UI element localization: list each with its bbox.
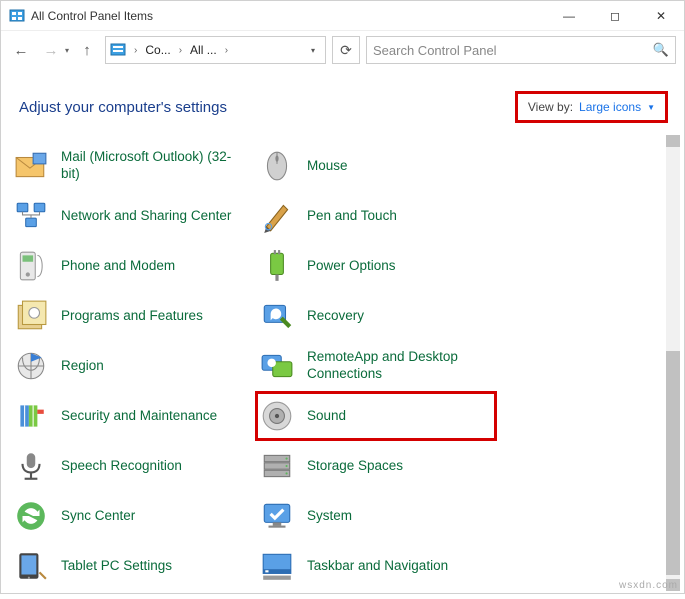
pen-icon — [259, 198, 295, 234]
system-icon — [259, 498, 295, 534]
cp-item-security[interactable]: Security and Maintenance — [9, 391, 251, 441]
taskbar-icon — [259, 548, 295, 584]
chevron-right-icon[interactable]: › — [223, 45, 230, 56]
page-title: Adjust your computer's settings — [19, 99, 227, 116]
cp-item-label: Security and Maintenance — [61, 408, 217, 425]
cp-item-taskbar[interactable]: Taskbar and Navigation — [255, 541, 497, 591]
cp-item-label: Recovery — [307, 308, 364, 325]
cp-item-label: Power Options — [307, 258, 396, 275]
breadcrumb-item[interactable]: Co... — [141, 41, 174, 59]
search-input[interactable] — [373, 43, 653, 58]
control-panel-icon — [9, 8, 25, 24]
cp-item-recovery[interactable]: Recovery — [255, 291, 497, 341]
cp-item-label: Mail (Microsoft Outlook) (32-bit) — [61, 149, 241, 183]
titlebar: All Control Panel Items — ◻ ✕ — [1, 1, 684, 31]
cp-item-label: Region — [61, 358, 104, 375]
back-button[interactable]: ← — [9, 38, 33, 62]
watermark: wsxdn.com — [619, 580, 678, 591]
breadcrumb-dropdown[interactable]: ▾ — [305, 46, 321, 55]
cp-item-label: Mouse — [307, 158, 348, 175]
recovery-icon — [259, 298, 295, 334]
mail-icon — [13, 148, 49, 184]
cp-item-troubleshoot[interactable]: Troubleshooting — [9, 591, 251, 599]
cp-item-sound[interactable]: Sound — [255, 391, 497, 441]
cp-item-pen[interactable]: Pen and Touch — [255, 191, 497, 241]
cp-item-users[interactable]: User Accounts — [255, 591, 497, 599]
nav-row: ← → ▾ ↑ › Co... › All ... › ▾ ⟳ 🔍 — [1, 31, 684, 69]
speech-icon — [13, 448, 49, 484]
view-by-value: Large icons — [579, 100, 641, 114]
cp-item-programs[interactable]: Programs and Features — [9, 291, 251, 341]
header-row: Adjust your computer's settings View by:… — [1, 69, 684, 137]
cp-item-sync[interactable]: Sync Center — [9, 491, 251, 541]
chevron-down-icon: ▼ — [647, 103, 655, 112]
chevron-right-icon[interactable]: › — [132, 45, 139, 56]
programs-icon — [13, 298, 49, 334]
region-icon — [13, 348, 49, 384]
view-by-label: View by: — [528, 100, 573, 114]
refresh-button[interactable]: ⟳ — [332, 36, 360, 64]
storage-icon — [259, 448, 295, 484]
cp-item-label: Speech Recognition — [61, 458, 182, 475]
content-area: Mail (Microsoft Outlook) (32-bit) Network… — [1, 137, 684, 599]
cp-item-mail[interactable]: Mail (Microsoft Outlook) (32-bit) — [9, 141, 251, 191]
cp-item-tablet[interactable]: Tablet PC Settings — [9, 541, 251, 591]
phone-icon — [13, 248, 49, 284]
cp-item-system[interactable]: System — [255, 491, 497, 541]
items-column-left: Mail (Microsoft Outlook) (32-bit) Network… — [9, 141, 251, 599]
cp-item-power[interactable]: Power Options — [255, 241, 497, 291]
history-dropdown[interactable]: ▾ — [65, 46, 69, 55]
mouse-icon — [259, 148, 295, 184]
cp-item-label: RemoteApp and Desktop Connections — [307, 349, 487, 383]
cp-item-label: Sound — [307, 408, 346, 425]
up-button[interactable]: ↑ — [75, 38, 99, 62]
breadcrumb-item[interactable]: All ... — [186, 41, 221, 59]
minimize-button[interactable]: — — [546, 1, 592, 31]
view-by-control[interactable]: View by: Large icons ▼ — [515, 91, 668, 123]
remote-icon — [259, 348, 295, 384]
maximize-button[interactable]: ◻ — [592, 1, 638, 31]
cp-item-label: System — [307, 508, 352, 525]
sync-icon — [13, 498, 49, 534]
cp-item-storage[interactable]: Storage Spaces — [255, 441, 497, 491]
cp-item-label: Programs and Features — [61, 308, 203, 325]
control-panel-icon — [110, 42, 126, 58]
sound-icon — [259, 398, 295, 434]
search-box[interactable]: 🔍 — [366, 36, 676, 64]
items-column-right: Mouse Pen and Touch Power Options Recovery R… — [255, 141, 497, 599]
breadcrumb[interactable]: › Co... › All ... › ▾ — [105, 36, 326, 64]
forward-button[interactable]: → — [39, 38, 63, 62]
cp-item-label: Phone and Modem — [61, 258, 175, 275]
cp-item-label: Taskbar and Navigation — [307, 558, 448, 575]
cp-item-label: Storage Spaces — [307, 458, 403, 475]
cp-item-label: Sync Center — [61, 508, 135, 525]
cp-item-label: Network and Sharing Center — [61, 208, 231, 225]
window-title: All Control Panel Items — [31, 9, 153, 23]
cp-item-label: Pen and Touch — [307, 208, 397, 225]
chevron-right-icon[interactable]: › — [177, 45, 184, 56]
cp-item-speech[interactable]: Speech Recognition — [9, 441, 251, 491]
cp-item-region[interactable]: Region — [9, 341, 251, 391]
power-icon — [259, 248, 295, 284]
close-button[interactable]: ✕ — [638, 1, 684, 31]
cp-item-remote[interactable]: RemoteApp and Desktop Connections — [255, 341, 497, 391]
cp-item-mouse[interactable]: Mouse — [255, 141, 497, 191]
network-icon — [13, 198, 49, 234]
cp-item-label: Tablet PC Settings — [61, 558, 172, 575]
cp-item-phone[interactable]: Phone and Modem — [9, 241, 251, 291]
search-icon[interactable]: 🔍 — [653, 42, 669, 58]
cp-item-network[interactable]: Network and Sharing Center — [9, 191, 251, 241]
security-icon — [13, 398, 49, 434]
tablet-icon — [13, 548, 49, 584]
